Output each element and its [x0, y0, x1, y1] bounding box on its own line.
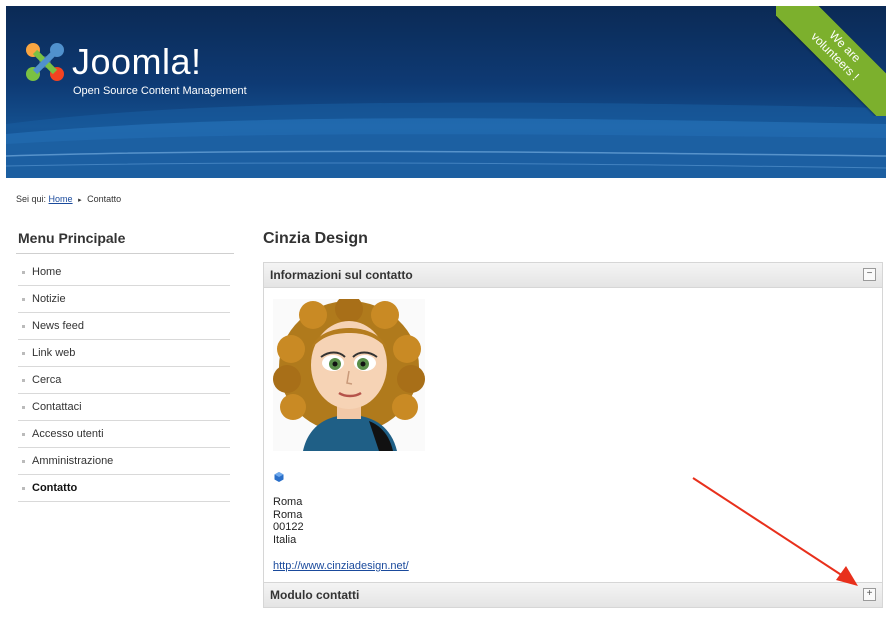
contact-form-heading: Modulo contatti — [270, 588, 360, 602]
contact-info-header[interactable]: Informazioni sul contatto − — [264, 263, 882, 288]
bullet-icon — [22, 486, 25, 490]
address-postcode: 00122 — [273, 521, 304, 534]
bullet-icon — [22, 351, 25, 355]
breadcrumb: Sei qui: Home ▸ Contatto — [16, 194, 121, 204]
expand-toggle-button[interactable]: + — [863, 588, 876, 601]
sidebar-item-contatto[interactable]: Contatto — [18, 475, 230, 502]
bullet-icon — [22, 297, 25, 301]
bullet-icon — [22, 378, 25, 382]
sidebar-item-news-feed[interactable]: News feed — [18, 313, 230, 340]
header-banner: Joomla! Open Source Content Management W… — [6, 6, 886, 178]
sidebar-item-label: Cerca — [32, 374, 62, 386]
bullet-icon — [22, 324, 25, 328]
joomla-logo-icon — [26, 43, 64, 81]
sidebar-item-contattaci[interactable]: Contattaci — [18, 394, 230, 421]
sidebar-item-label: Amministrazione — [32, 455, 114, 467]
sidebar-item-link-web[interactable]: Link web — [18, 340, 230, 367]
sidebar-item-notizie[interactable]: Notizie — [18, 286, 230, 313]
collapse-toggle-button[interactable]: − — [863, 268, 876, 281]
sidebar-item-accesso-utenti[interactable]: Accesso utenti — [18, 421, 230, 448]
breadcrumb-home-link[interactable]: Home — [49, 194, 73, 204]
sidebar-item-label: Contattaci — [32, 401, 82, 413]
breadcrumb-prefix: Sei qui: — [16, 194, 47, 204]
bullet-icon — [22, 405, 25, 409]
sidebar-item-label: Accesso utenti — [32, 428, 104, 440]
contact-form-header[interactable]: Modulo contatti + — [264, 582, 882, 607]
sidebar-item-amministrazione[interactable]: Amministrazione — [18, 448, 230, 475]
globe-icon — [274, 472, 284, 482]
page-title: Cinzia Design — [263, 230, 368, 247]
sidebar-item-label: Link web — [32, 347, 76, 359]
breadcrumb-separator-icon: ▸ — [78, 197, 82, 204]
sidebar-item-label: Home — [32, 266, 62, 278]
breadcrumb-current: Contatto — [87, 194, 122, 204]
sidebar-item-label: Notizie — [32, 293, 66, 305]
brand-tagline: Open Source Content Management — [73, 85, 247, 97]
sidebar-item-label: Contatto — [32, 482, 78, 494]
bullet-icon — [22, 459, 25, 463]
contact-info-heading: Informazioni sul contatto — [270, 268, 413, 282]
sidebar-divider — [16, 253, 234, 254]
sidebar-title: Menu Principale — [18, 230, 126, 246]
address-country: Italia — [273, 533, 297, 546]
address-city: Roma — [273, 496, 303, 508]
contact-panel: Informazioni sul contatto − Roma Roma 00… — [263, 262, 883, 608]
website-link[interactable]: http://www.cinziadesign.net/ — [273, 560, 409, 572]
brand-name: Joomla! — [72, 41, 202, 82]
address-province: Roma — [273, 508, 303, 521]
volunteers-ribbon: We are volunteers ! — [776, 6, 886, 116]
main-menu: Home Notizie News feed Link web Cerca Co… — [18, 259, 230, 502]
sidebar-item-cerca[interactable]: Cerca — [18, 367, 230, 394]
bullet-icon — [22, 270, 25, 274]
contact-address: Roma Roma 00122 Italia — [273, 496, 304, 546]
sidebar-item-home[interactable]: Home — [18, 259, 230, 286]
bullet-icon — [22, 432, 25, 436]
contact-avatar — [273, 299, 425, 451]
sidebar-item-label: News feed — [32, 320, 84, 332]
